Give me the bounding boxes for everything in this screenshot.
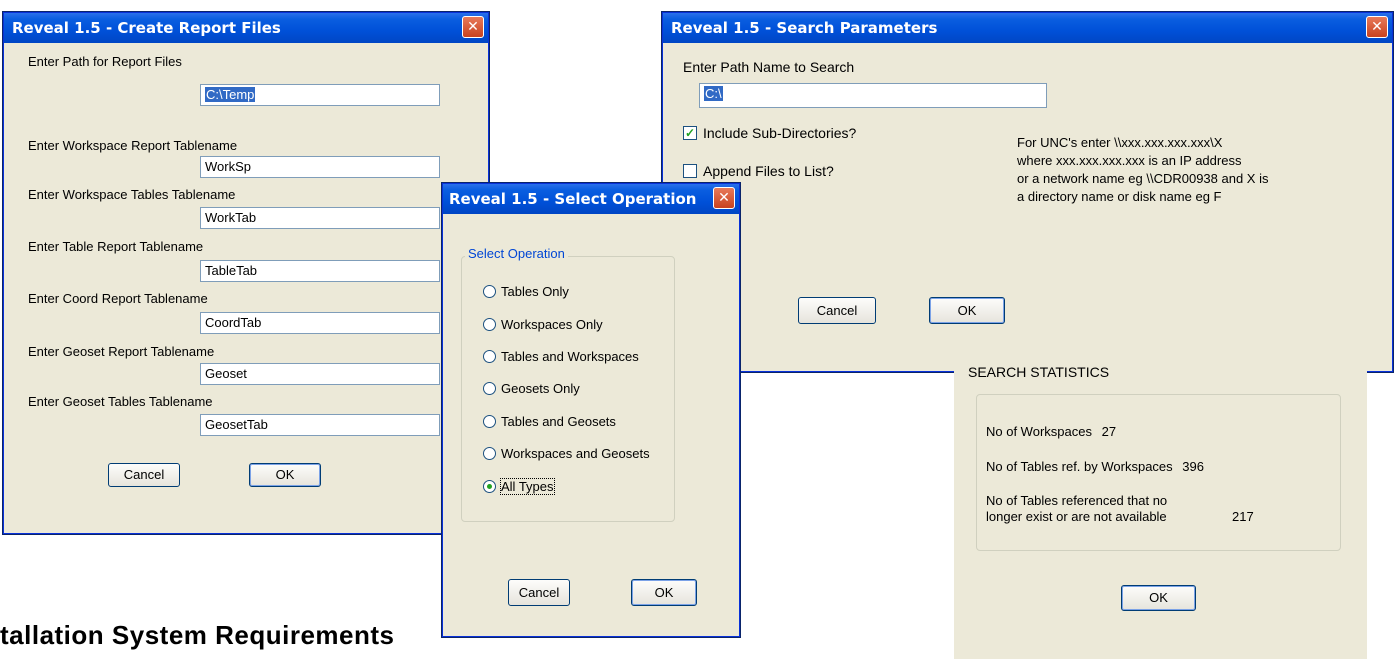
radio-icon (483, 382, 496, 395)
radio-icon (483, 318, 496, 331)
close-button[interactable]: ✕ (462, 16, 484, 38)
radio-label: Tables and Workspaces (501, 349, 639, 364)
close-icon: ✕ (467, 19, 479, 35)
search-path-value: C:\ (704, 86, 723, 101)
ok-button[interactable]: OK (249, 463, 321, 487)
field-label: Enter Workspace Report Tablename (28, 138, 238, 153)
ok-button[interactable]: OK (1121, 585, 1196, 611)
field-label: Enter Workspace Tables Tablename (28, 187, 236, 202)
window-title: Reveal 1.5 - Select Operation (449, 190, 697, 208)
geoset-report-input[interactable]: Geoset (200, 363, 440, 385)
unc-help-line: a directory name or disk name eg F (1017, 189, 1222, 204)
coord-report-input[interactable]: CoordTab (200, 312, 440, 334)
radio-icon (483, 285, 496, 298)
report-path-input[interactable]: C:\Temp (200, 84, 440, 106)
ok-button[interactable]: OK (929, 297, 1005, 324)
cancel-button[interactable]: Cancel (508, 579, 570, 606)
field-label: Enter Geoset Tables Tablename (28, 394, 213, 409)
window-title: Reveal 1.5 - Search Parameters (671, 19, 938, 37)
geoset-tables-input[interactable]: GeosetTab (200, 414, 440, 436)
title-bar[interactable]: Reveal 1.5 - Select Operation ✕ (443, 184, 739, 214)
workspaces-value: 27 (1101, 424, 1117, 439)
field-label: Enter Coord Report Tablename (28, 291, 208, 306)
workspace-tables-input[interactable]: WorkTab (200, 207, 440, 229)
missing-label: No of Tables referenced that no (986, 493, 1168, 508)
window-title: Reveal 1.5 - Create Report Files (12, 19, 281, 37)
radio-geosets-only[interactable]: Geosets Only (483, 381, 580, 396)
field-label: Enter Geoset Report Tablename (28, 344, 215, 359)
radio-tables-only[interactable]: Tables Only (483, 284, 569, 299)
radio-selected-icon (483, 480, 496, 493)
workspace-report-input[interactable]: WorkSp (200, 156, 440, 178)
select-operation-window: Reveal 1.5 - Select Operation ✕ Select O… (442, 183, 740, 637)
radio-label: Workspaces Only (501, 317, 603, 332)
workspaces-count-row: No of Workspaces 27 (986, 424, 1116, 439)
path-label: Enter Path for Report Files (28, 54, 182, 69)
stats-heading: SEARCH STATISTICS (968, 364, 1110, 380)
search-path-input[interactable]: C:\ (699, 83, 1047, 108)
title-bar[interactable]: Reveal 1.5 - Create Report Files ✕ (4, 13, 488, 43)
unc-help-line: or a network name eg \\CDR00938 and X is (1017, 171, 1269, 186)
close-button[interactable]: ✕ (1366, 16, 1388, 38)
unc-help-line: where xxx.xxx.xxx.xxx is an IP address (1017, 153, 1242, 168)
include-subdirs-checkbox[interactable]: ✓ Include Sub-Directories? (683, 125, 856, 141)
cancel-button[interactable]: Cancel (798, 297, 876, 324)
radio-icon (483, 415, 496, 428)
operation-group-label: Select Operation (465, 246, 568, 261)
cancel-button[interactable]: Cancel (108, 463, 180, 487)
radio-tables-and-workspaces[interactable]: Tables and Workspaces (483, 349, 639, 364)
tables-label: No of Tables ref. by Workspaces (986, 459, 1173, 474)
checkmark-icon: ✓ (683, 126, 697, 140)
radio-label: Tables and Geosets (501, 414, 616, 429)
include-subdirs-label: Include Sub-Directories? (703, 125, 857, 141)
table-report-input[interactable]: TableTab (200, 260, 440, 282)
radio-tables-and-geosets[interactable]: Tables and Geosets (483, 414, 616, 429)
radio-all-types[interactable]: All Types (483, 478, 555, 495)
tables-value: 396 (1182, 459, 1204, 474)
radio-icon (483, 447, 496, 460)
create-report-window: Reveal 1.5 - Create Report Files ✕ Enter… (3, 12, 489, 534)
tables-count-row: No of Tables ref. by Workspaces 396 (986, 459, 1204, 474)
close-icon: ✕ (1371, 19, 1383, 35)
close-button[interactable]: ✕ (713, 187, 735, 209)
title-bar[interactable]: Reveal 1.5 - Search Parameters ✕ (663, 13, 1392, 43)
radio-workspaces-and-geosets[interactable]: Workspaces and Geosets (483, 446, 650, 461)
missing-label: longer exist or are not available (986, 509, 1167, 524)
report-path-value: C:\Temp (205, 87, 256, 102)
missing-value: 217 (1232, 509, 1254, 524)
page-heading: tallation System Requirements (0, 620, 395, 650)
radio-label: All Types (500, 478, 555, 495)
radio-label: Geosets Only (501, 381, 580, 396)
search-params-window: Reveal 1.5 - Search Parameters ✕ Enter P… (662, 12, 1393, 372)
append-files-checkbox[interactable]: Append Files to List? (683, 163, 834, 179)
ok-button[interactable]: OK (631, 579, 697, 606)
append-files-label: Append Files to List? (703, 163, 834, 179)
radio-label: Tables Only (501, 284, 569, 299)
radio-workspaces-only[interactable]: Workspaces Only (483, 317, 603, 332)
field-label: Enter Table Report Tablename (28, 239, 204, 254)
radio-icon (483, 350, 496, 363)
radio-label: Workspaces and Geosets (501, 446, 650, 461)
checkbox-empty-icon (683, 164, 697, 178)
workspaces-label: No of Workspaces (986, 424, 1092, 439)
search-stats-panel: SEARCH STATISTICS No of Workspaces 27 No… (954, 329, 1367, 659)
close-icon: ✕ (718, 190, 730, 206)
path-label: Enter Path Name to Search (683, 59, 855, 75)
unc-help-line: For UNC's enter \\xxx.xxx.xxx.xxx\X (1017, 135, 1223, 150)
